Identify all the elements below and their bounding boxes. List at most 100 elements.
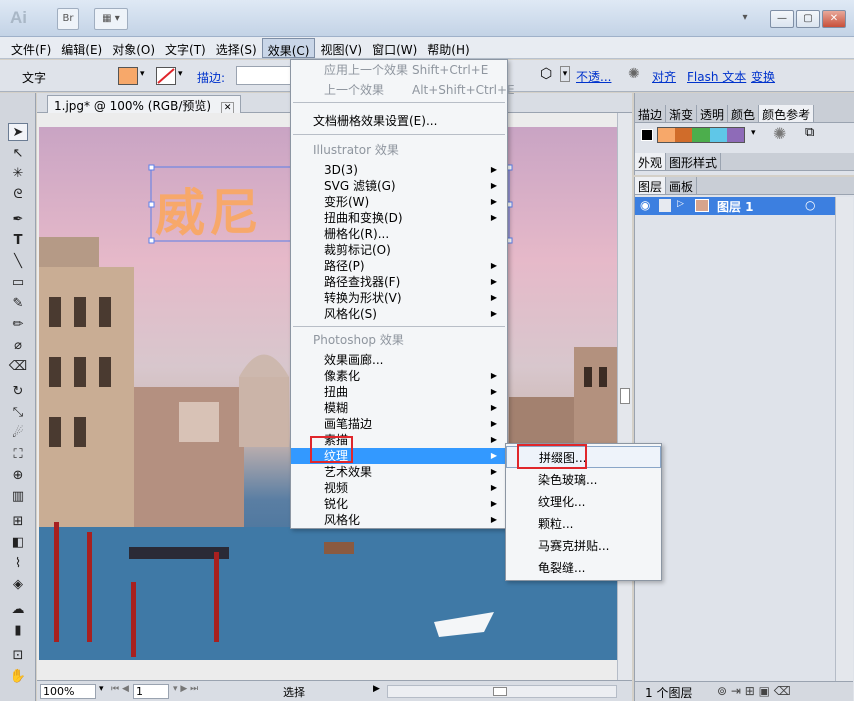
eyedropper-tool-icon[interactable]: ⌇: [8, 555, 28, 573]
fill-swatch[interactable]: [118, 67, 138, 85]
transform-link[interactable]: 变换: [751, 68, 775, 85]
paintbrush-tool-icon[interactable]: ✎: [8, 295, 28, 313]
tab-color[interactable]: 颜色: [728, 105, 760, 122]
recolor-icon[interactable]: ✺: [628, 66, 640, 82]
pencil-tool-icon[interactable]: ✏: [8, 316, 28, 334]
hand-tool-icon[interactable]: ✋: [8, 668, 28, 686]
zoom-field[interactable]: 100%: [40, 684, 96, 699]
shape-builder-tool-icon[interactable]: ⊕: [8, 467, 28, 485]
arrange-documents-button[interactable]: ▦ ▾: [94, 8, 128, 30]
menu-item-pathfinder[interactable]: 路径查找器(F) ▶: [291, 274, 507, 290]
menu-item-path[interactable]: 路径(P) ▶: [291, 258, 507, 274]
rectangle-tool-icon[interactable]: ▭: [8, 274, 28, 292]
menu-item-crop-marks[interactable]: 裁剪标记(O): [291, 242, 507, 258]
first-artboard-icon[interactable]: ⏮ ◀: [111, 684, 129, 694]
menu-edit[interactable]: 编辑(E): [56, 38, 107, 58]
symbol-sprayer-tool-icon[interactable]: ☁: [8, 601, 28, 619]
selection-tool-icon[interactable]: ➤: [8, 123, 28, 141]
panel-collapse-bar[interactable]: [634, 93, 854, 105]
lasso-tool-icon[interactable]: ᘓ: [8, 186, 28, 204]
submenu-item-grain[interactable]: 颗粒...: [506, 513, 661, 535]
close-icon[interactable]: ✕: [822, 10, 846, 28]
mesh-tool-icon[interactable]: ⊞: [8, 513, 28, 531]
menu-item-artistic[interactable]: 艺术效果 ▶: [291, 464, 507, 480]
artboard-number-field[interactable]: 1: [133, 684, 169, 699]
menu-help[interactable]: 帮助(H): [422, 38, 474, 58]
chevron-down-icon[interactable]: ▾: [140, 69, 145, 79]
tab-transparency[interactable]: 透明: [697, 105, 729, 122]
submenu-item-stained-glass[interactable]: 染色玻璃...: [506, 469, 661, 491]
menu-item-stylize-photoshop[interactable]: 风格化 ▶: [291, 512, 507, 528]
tab-appearance[interactable]: 外观: [635, 153, 667, 170]
lock-toggle[interactable]: [659, 199, 671, 212]
chevron-down-icon[interactable]: ▾: [560, 66, 570, 82]
menu-type[interactable]: 文字(T): [160, 38, 211, 58]
menu-item-stylize-illustrator[interactable]: 风格化(S) ▶: [291, 306, 507, 322]
horizontal-scrollbar[interactable]: [387, 685, 617, 698]
flash-text-link[interactable]: Flash 文本: [687, 68, 746, 85]
menu-window[interactable]: 窗口(W): [367, 38, 422, 58]
menu-item-convert-to-shape[interactable]: 转换为形状(V) ▶: [291, 290, 507, 306]
graph-tool-icon[interactable]: ▥: [8, 488, 28, 506]
type-tool-icon[interactable]: T: [8, 232, 28, 250]
menu-file[interactable]: 文件(F): [6, 38, 56, 58]
menu-item-effect-gallery[interactable]: 效果画廊...: [291, 352, 507, 368]
document-tab[interactable]: 1.jpg* @ 100% (RGB/预览) ✕: [47, 95, 242, 114]
scroll-thumb[interactable]: [620, 388, 630, 404]
gradient-tool-icon[interactable]: ◧: [8, 534, 28, 552]
submenu-item-craquelure[interactable]: 龟裂缝...: [506, 557, 661, 579]
watermark-text[interactable]: 威尼: [155, 173, 263, 245]
menu-select[interactable]: 选择(S): [211, 38, 262, 58]
free-transform-tool-icon[interactable]: ⛶: [8, 446, 28, 464]
maximize-icon[interactable]: ▢: [796, 10, 820, 28]
menu-item-video[interactable]: 视频 ▶: [291, 480, 507, 496]
menu-view[interactable]: 视图(V): [315, 38, 367, 58]
brush-icon[interactable]: ⬡: [540, 66, 552, 82]
tab-graphic-styles[interactable]: 图形样式: [666, 153, 722, 170]
layer-actions-icon[interactable]: ⊚ ⇥ ⊞ ▣ ⌫: [717, 684, 791, 698]
submenu-item-mosaic-tiles[interactable]: 马赛克拼贴...: [506, 535, 661, 557]
line-tool-icon[interactable]: ╲: [8, 253, 28, 271]
save-group-icon[interactable]: ⧉: [805, 125, 814, 140]
menu-effect[interactable]: 效果(C): [261, 38, 316, 58]
opacity-link[interactable]: 不透...: [576, 68, 611, 85]
layer-name[interactable]: 图层 1: [717, 198, 754, 215]
menu-item-blur[interactable]: 模糊 ▶: [291, 400, 507, 416]
blob-brush-tool-icon[interactable]: ⌀: [8, 337, 28, 355]
warp-tool-icon[interactable]: ☄: [8, 425, 28, 443]
tab-color-guide[interactable]: 颜色参考: [759, 105, 815, 122]
minimize-icon[interactable]: —: [770, 10, 794, 28]
scale-tool-icon[interactable]: ⤡: [8, 404, 28, 422]
magic-wand-tool-icon[interactable]: ✳: [8, 165, 28, 183]
chevron-down-icon[interactable]: ▾: [751, 128, 756, 138]
menu-item-warp[interactable]: 变形(W) ▶: [291, 194, 507, 210]
chevron-down-icon[interactable]: ▾: [178, 69, 183, 79]
menu-object[interactable]: 对象(O): [107, 38, 160, 58]
menu-item-sharpen[interactable]: 锐化 ▶: [291, 496, 507, 512]
layers-scrollbar[interactable]: [835, 197, 853, 687]
menu-item-distort-transform[interactable]: 扭曲和变换(D) ▶: [291, 210, 507, 226]
eye-icon[interactable]: ◉: [640, 198, 650, 212]
blend-tool-icon[interactable]: ◈: [8, 576, 28, 594]
status-menu-arrow-icon[interactable]: ▶: [373, 684, 380, 694]
recolor-artwork-icon[interactable]: ✺: [773, 124, 786, 143]
tab-artboards[interactable]: 画板: [666, 177, 698, 194]
menu-item-last-effect[interactable]: 上一个效果 Alt+Shift+Ctrl+E: [291, 82, 515, 98]
menu-item-rasterize[interactable]: 栅格化(R)...: [291, 226, 507, 242]
menu-item-distort[interactable]: 扭曲 ▶: [291, 384, 507, 400]
eraser-tool-icon[interactable]: ⌫: [8, 358, 28, 376]
stroke-label[interactable]: 描边:: [197, 69, 225, 86]
rotate-tool-icon[interactable]: ↻: [8, 383, 28, 401]
menu-item-brush-strokes[interactable]: 画笔描边 ▶: [291, 416, 507, 432]
scroll-thumb[interactable]: [493, 687, 507, 696]
stroke-weight-input[interactable]: [236, 66, 294, 85]
base-color-swatch[interactable]: [641, 129, 653, 141]
tab-stroke[interactable]: 描边: [635, 105, 667, 122]
workspace-dropdown[interactable]: ▾: [738, 8, 752, 30]
menu-item-apply-last-effect[interactable]: 应用上一个效果 Shift+Ctrl+E: [291, 62, 507, 78]
layer-row[interactable]: ◉ ▷ 图层 1 ○: [635, 197, 835, 215]
menu-item-pixelate[interactable]: 像素化 ▶: [291, 368, 507, 384]
align-link[interactable]: 对齐: [652, 68, 676, 85]
chevron-down-icon[interactable]: ▾: [99, 684, 104, 694]
submenu-item-texturizer[interactable]: 纹理化...: [506, 491, 661, 513]
